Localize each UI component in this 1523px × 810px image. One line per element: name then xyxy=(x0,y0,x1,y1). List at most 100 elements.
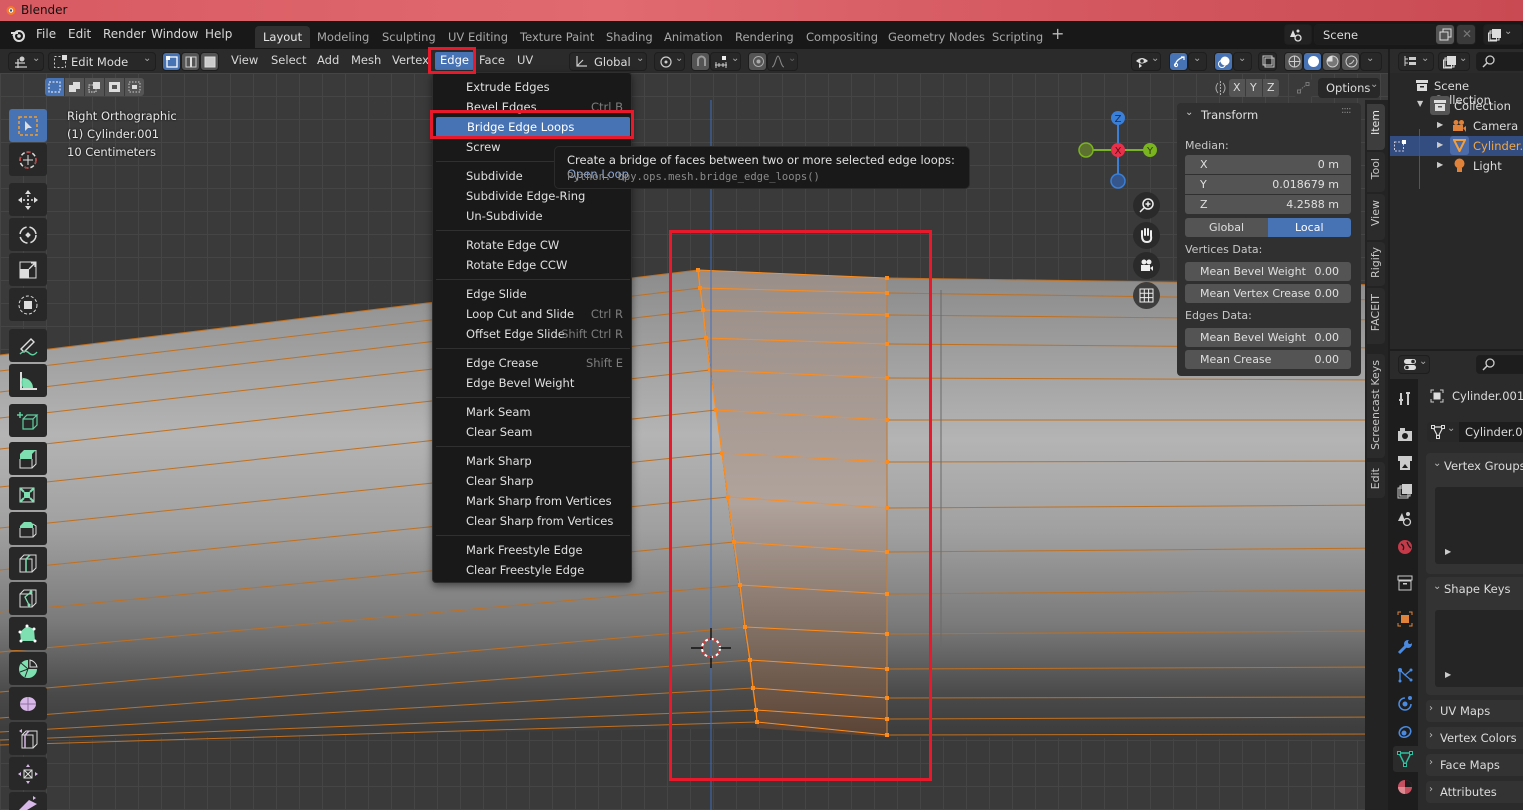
physics-icon[interactable] xyxy=(1397,695,1413,711)
header-menu-uv[interactable]: UV xyxy=(517,53,533,67)
add-workspace-button[interactable]: + xyxy=(1051,24,1064,43)
tool-settings-icon[interactable] xyxy=(1397,391,1413,407)
vertex-mean-crease-field[interactable]: Mean Vertex Crease 0.00 xyxy=(1185,284,1351,303)
tool-inset-faces[interactable] xyxy=(9,477,47,510)
menu-file[interactable]: File xyxy=(36,27,56,41)
workspace-tab-layout[interactable]: Layout xyxy=(255,26,311,48)
transform-orientation-selector[interactable]: Global ⌄ xyxy=(569,52,647,71)
delete-scene-button[interactable]: ✕ xyxy=(1456,24,1476,45)
editor-type-button[interactable]: ⌄ xyxy=(8,52,44,71)
proportional-editing-toggle[interactable] xyxy=(748,52,767,71)
global-toggle[interactable]: Global xyxy=(1185,218,1268,237)
expand-arrow-icon[interactable]: ▶ xyxy=(1437,160,1443,169)
menu-help[interactable]: Help xyxy=(205,27,232,41)
menu-render[interactable]: Render xyxy=(103,27,146,41)
snap-toggle[interactable] xyxy=(691,52,710,71)
snap-target-selector[interactable]: ⌄ xyxy=(710,52,741,71)
modifier-wrench-icon[interactable] xyxy=(1397,639,1413,655)
menu-item-mark-freestyle-edge[interactable]: Mark Freestyle Edge xyxy=(435,540,631,560)
workspace-tab-compositing[interactable]: Compositing xyxy=(798,26,886,48)
select-invert-button[interactable] xyxy=(105,78,124,96)
menu-item-clear-seam[interactable]: Clear Seam xyxy=(435,422,631,442)
scene-properties-icon[interactable] xyxy=(1397,511,1413,527)
menu-window[interactable]: Window xyxy=(151,27,198,41)
median-x-field[interactable]: X 0 m xyxy=(1185,155,1351,174)
tool-rotate[interactable] xyxy=(9,218,47,251)
toggle-perspective-button[interactable] xyxy=(1133,282,1160,309)
expand-arrow-icon[interactable]: ▶ xyxy=(1437,120,1443,129)
world-properties-icon[interactable] xyxy=(1397,539,1413,555)
edge-mean-bevel-weight-field[interactable]: Mean Bevel Weight 0.00 xyxy=(1185,328,1351,347)
tool-extrude-region[interactable] xyxy=(9,442,47,475)
tool-add-cube[interactable] xyxy=(9,404,47,437)
section-face-maps[interactable]: › Face Maps xyxy=(1426,754,1523,776)
shading-wireframe-button[interactable] xyxy=(1284,52,1303,71)
shading-material-button[interactable] xyxy=(1322,52,1341,71)
object-properties-icon[interactable] xyxy=(1397,611,1413,627)
expand-arrow-icon[interactable]: ▼ xyxy=(1417,99,1423,108)
particles-icon[interactable] xyxy=(1397,667,1413,683)
section-vertex-groups[interactable]: ⌄ Vertex Groups xyxy=(1430,455,1523,477)
tool-shrink-fatten[interactable] xyxy=(9,757,47,790)
mode-selector[interactable]: Edit Mode ⌄ xyxy=(48,52,156,71)
collapse-chevron-icon[interactable]: ⌄ xyxy=(1185,107,1193,118)
menu-item-subdivide-edge-ring[interactable]: Subdivide Edge-Ring xyxy=(435,186,631,206)
select-subtract-button[interactable] xyxy=(85,78,104,96)
workspace-tab-shading[interactable]: Shading xyxy=(598,26,661,48)
menu-edit[interactable]: Edit xyxy=(68,27,91,41)
section-vertex-colors[interactable]: › Vertex Colors xyxy=(1426,727,1523,749)
overlays-options[interactable]: ⌄ xyxy=(1233,52,1252,71)
tool-cursor[interactable] xyxy=(9,143,47,176)
tool-knife[interactable] xyxy=(9,582,47,615)
face-select-mode-button[interactable] xyxy=(200,52,219,71)
workspace-tab-geometry-nodes[interactable]: Geometry Nodes xyxy=(880,26,993,48)
render-properties-icon[interactable] xyxy=(1397,427,1413,443)
gizmo-options[interactable]: ⌄ xyxy=(1188,52,1207,71)
tool-move[interactable] xyxy=(9,183,47,216)
tool-transform[interactable] xyxy=(9,288,47,321)
menu-item-mark-sharp-from-vertices[interactable]: Mark Sharp from Vertices xyxy=(435,491,631,511)
outliner-display-mode[interactable]: ⌄ xyxy=(1398,52,1434,71)
collection-properties-icon[interactable] xyxy=(1397,575,1413,591)
list-expand-icon[interactable]: ▶ xyxy=(1445,547,1451,556)
zoom-view-button[interactable] xyxy=(1133,192,1160,219)
workspace-tab-rendering[interactable]: Rendering xyxy=(727,26,802,48)
select-new-button[interactable] xyxy=(45,78,64,96)
header-menu-select[interactable]: Select xyxy=(271,53,306,67)
menu-item-un-subdivide[interactable]: Un-Subdivide xyxy=(435,206,631,226)
header-menu-add[interactable]: Add xyxy=(317,53,339,67)
blender-menu-icon[interactable] xyxy=(10,27,26,43)
material-icon[interactable] xyxy=(1397,779,1413,795)
options-dropdown[interactable]: Options ⌄ xyxy=(1318,78,1380,98)
mirror-x-button[interactable]: X xyxy=(1229,79,1245,97)
workspace-tab-animation[interactable]: Animation xyxy=(656,26,731,48)
outliner-item-collection[interactable]: ▼ Collection xyxy=(1390,96,1523,116)
scene-selector-button[interactable] xyxy=(1284,24,1312,45)
workspace-tab-scripting[interactable]: Scripting xyxy=(984,26,1051,48)
mesh-data-browse[interactable]: ⌄ xyxy=(1427,422,1459,442)
select-extend-button[interactable] xyxy=(65,78,84,96)
tool-annotate[interactable] xyxy=(9,329,47,362)
tool-poly-build[interactable] xyxy=(9,617,47,650)
menu-item-mark-seam[interactable]: Mark Seam xyxy=(435,402,631,422)
vertex-mean-bevel-weight-field[interactable]: Mean Bevel Weight 0.00 xyxy=(1185,262,1351,281)
tool-bevel[interactable] xyxy=(9,512,47,545)
menu-item-edge-crease[interactable]: Edge Crease Shift E xyxy=(435,353,631,373)
header-menu-vertex[interactable]: Vertex xyxy=(392,53,429,67)
select-intersect-button[interactable] xyxy=(125,78,144,96)
outliner-item-scene-collection[interactable]: Scene Collection xyxy=(1390,76,1523,107)
properties-search[interactable] xyxy=(1476,355,1523,374)
constraints-icon[interactable] xyxy=(1397,723,1413,739)
transform-panel-title[interactable]: Transform xyxy=(1201,108,1258,122)
tool-select-box[interactable] xyxy=(9,109,47,142)
new-scene-button[interactable] xyxy=(1435,24,1455,45)
shape-keys-list[interactable]: ▶ xyxy=(1435,610,1523,687)
shading-solid-button[interactable] xyxy=(1303,52,1322,71)
section-shape-keys[interactable]: ⌄ Shape Keys xyxy=(1430,578,1523,600)
menu-item-clear-sharp[interactable]: Clear Sharp xyxy=(435,471,631,491)
camera-view-button[interactable] xyxy=(1133,252,1160,279)
workspace-tab-uv-editing[interactable]: UV Editing xyxy=(440,26,516,48)
tool-edge-slide[interactable] xyxy=(9,722,47,755)
tool-shear[interactable] xyxy=(9,792,47,810)
expand-arrow-icon[interactable]: ▶ xyxy=(1437,140,1443,149)
